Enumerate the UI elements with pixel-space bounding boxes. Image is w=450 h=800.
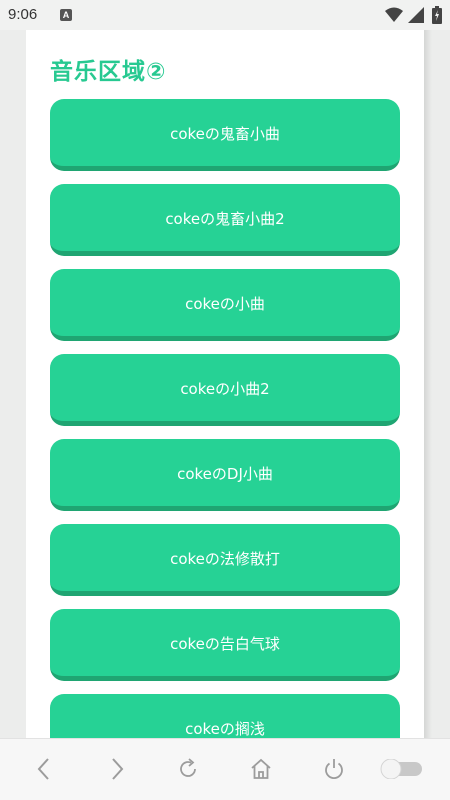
home-icon[interactable]: [247, 755, 275, 783]
music-button-5[interactable]: cokeのDJ小曲: [50, 439, 400, 511]
music-button-3[interactable]: cokeの小曲: [50, 269, 400, 341]
music-button-7[interactable]: cokeの告白气球: [50, 609, 400, 681]
music-button-6[interactable]: cokeの法修散打: [50, 524, 400, 596]
music-button-label: cokeの法修散打: [170, 550, 280, 568]
card-shadow: [424, 30, 432, 738]
notification-icon: A: [60, 9, 72, 21]
music-button-label: cokeのDJ小曲: [177, 465, 273, 483]
status-bar: 9:06 A: [0, 0, 450, 30]
status-time: 9:06: [8, 6, 38, 23]
refresh-icon[interactable]: [174, 755, 202, 783]
music-button-2[interactable]: cokeの鬼畜小曲2: [50, 184, 400, 256]
music-button-label: cokeの搁浅: [185, 720, 265, 738]
power-icon[interactable]: [320, 755, 348, 783]
toggle-switch[interactable]: [380, 758, 424, 780]
music-button-label: cokeの小曲: [185, 295, 265, 313]
music-section-card: 音乐区域② cokeの鬼畜小曲 cokeの鬼畜小曲2 cokeの小曲 cokeの…: [26, 30, 424, 738]
music-button-8[interactable]: cokeの搁浅: [50, 694, 400, 738]
browser-nav-bar: [0, 738, 450, 800]
section-title: 音乐区域②: [50, 59, 167, 85]
battery-icon: [432, 6, 442, 28]
forward-arrow-icon[interactable]: [103, 755, 131, 783]
back-arrow-icon[interactable]: [30, 755, 58, 783]
music-button-label: cokeの小曲2: [180, 380, 270, 398]
music-button-label: cokeの告白气球: [170, 635, 280, 653]
signal-icon: [408, 7, 424, 27]
music-button-label: cokeの鬼畜小曲: [170, 125, 280, 143]
music-button-label: cokeの鬼畜小曲2: [165, 210, 285, 228]
music-button-4[interactable]: cokeの小曲2: [50, 354, 400, 426]
music-button-1[interactable]: cokeの鬼畜小曲: [50, 99, 400, 171]
wifi-icon: [385, 7, 403, 27]
